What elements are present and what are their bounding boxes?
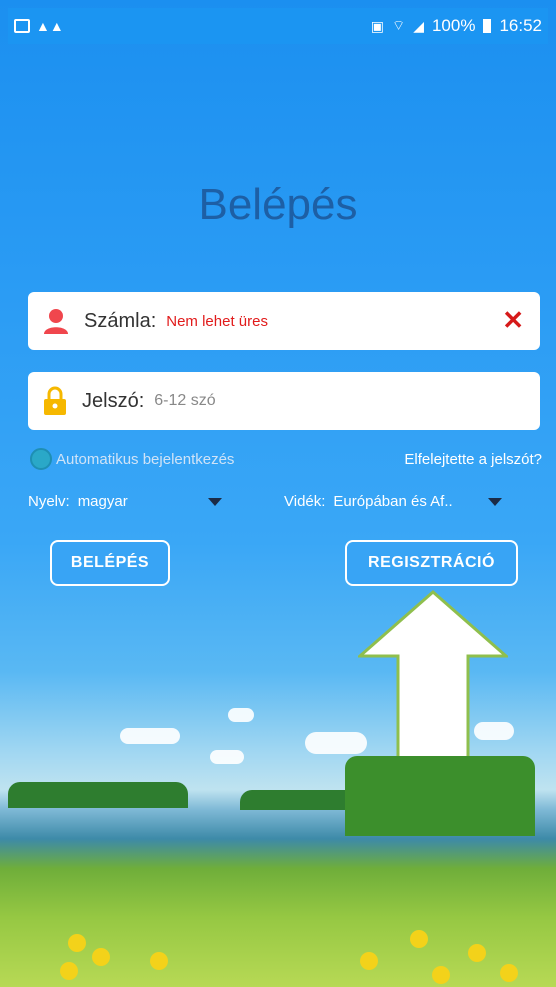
cloud [228, 708, 254, 722]
auto-login-label: Automatikus bejelentkezés [56, 450, 235, 468]
tree-line [240, 790, 360, 810]
auto-login-radio[interactable] [30, 448, 52, 470]
password-input[interactable]: 6-12 szó [154, 392, 215, 410]
tree-cluster [345, 756, 535, 836]
auto-login-option[interactable]: Automatikus bejelentkezés [30, 448, 234, 470]
login-button[interactable]: BELÉPÉS [50, 540, 170, 586]
status-right: ▣ ⌔ ◢ 100% 16:52 [371, 16, 542, 36]
register-button[interactable]: REGISZTRÁCIÓ [345, 540, 518, 586]
sim-icon: ▣ [370, 17, 385, 34]
flower [150, 952, 168, 970]
wifi-icon: ⌔ [392, 17, 406, 33]
flower [468, 944, 486, 962]
login-screen: ▲▲ ▣ ⌔ ◢ 100% 16:52 Belépés Számla: Nem … [0, 0, 556, 987]
flower [410, 930, 428, 948]
forgot-password-link[interactable]: Elfelejtette a jelszót? [404, 451, 542, 468]
selectors-row: Nyelv: magyar Vidék: Európában és Af.. [28, 493, 540, 510]
flower [432, 966, 450, 984]
person-icon [44, 309, 68, 334]
region-value: Európában és Af.. [333, 493, 453, 510]
flower [360, 952, 378, 970]
status-bar: ▲▲ ▣ ⌔ ◢ 100% 16:52 [8, 8, 548, 44]
chevron-down-icon [488, 497, 503, 506]
account-field[interactable]: Számla: Nem lehet üres ✕ [28, 292, 540, 350]
password-field[interactable]: Jelszó: 6-12 szó [28, 372, 540, 430]
flower [68, 934, 86, 952]
page-title: Belépés [198, 180, 358, 229]
flower [92, 948, 110, 966]
tree-line [8, 782, 188, 808]
close-icon[interactable]: ✕ [502, 306, 524, 334]
battery-icon [483, 19, 492, 33]
flower [60, 962, 78, 980]
battery-percent: 100% [431, 16, 476, 35]
options-row: Automatikus bejelentkezés Elfelejtette a… [30, 448, 542, 470]
image-notification-icon: ▲▲ [36, 18, 64, 34]
clock: 16:52 [499, 16, 542, 35]
language-select[interactable]: Nyelv: magyar [28, 493, 248, 510]
cloud [474, 722, 514, 740]
lock-icon [44, 386, 66, 415]
region-label: Vidék: [284, 493, 326, 510]
status-left: ▲▲ [14, 18, 64, 34]
password-label: Jelszó: [82, 389, 145, 412]
flower [500, 964, 518, 982]
region-select[interactable]: Vidék: Európában és Af.. [284, 493, 503, 510]
cloud [210, 750, 244, 764]
gallery-notification-icon [14, 19, 30, 33]
account-error: Nem lehet üres [166, 312, 268, 330]
account-label: Számla: [84, 309, 157, 332]
language-label: Nyelv: [28, 493, 70, 510]
language-value: magyar [77, 493, 128, 510]
chevron-down-icon [207, 497, 222, 506]
signal-icon: ◢ [413, 17, 424, 34]
cloud [120, 728, 180, 744]
cloud [305, 732, 367, 754]
